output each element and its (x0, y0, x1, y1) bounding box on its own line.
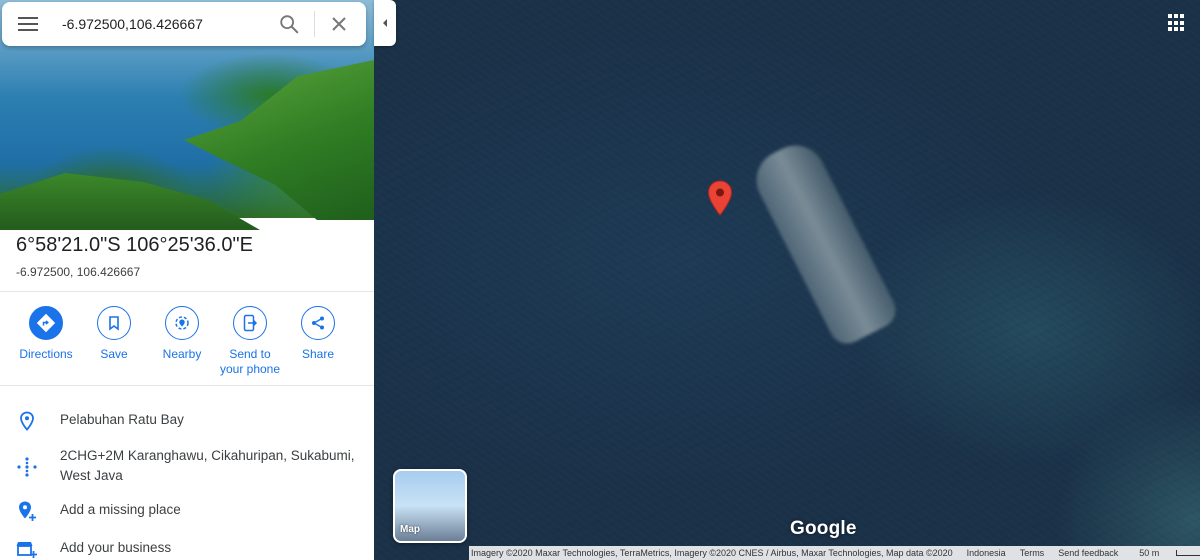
map-pin-icon[interactable] (707, 180, 733, 216)
scale-indicator[interactable]: 50 m (1132, 548, 1200, 558)
add-missing-place-label: Add a missing place (60, 502, 181, 517)
directions-icon (36, 313, 56, 333)
add-place-icon (19, 501, 36, 521)
bookmark-icon (109, 316, 119, 331)
directions-button[interactable]: Directions (12, 306, 80, 377)
coordinates-dms: 6°58'21.0"S 106°25'36.0"E (16, 234, 253, 256)
attribution-bar: Imagery ©2020 Maxar Technologies, TerraM… (469, 546, 1200, 560)
caret-left-icon (383, 19, 387, 27)
divider (0, 291, 374, 292)
save-button[interactable]: Save (80, 306, 148, 377)
search-icon[interactable] (278, 13, 300, 35)
water-texture (374, 0, 1200, 560)
google-logo: Google (790, 518, 857, 539)
place-info-list: Pelabuhan Ratu Bay 2CHG+2M Karanghawu, C… (0, 398, 374, 560)
send-feedback-link[interactable]: Send feedback (1058, 548, 1118, 558)
menu-icon[interactable] (18, 17, 38, 31)
layer-toggle-label: Map (400, 524, 420, 535)
scale-label: 50 m (1139, 548, 1160, 558)
action-buttons: Directions Save Nearby Send to your phon… (12, 306, 352, 377)
share-label: Share (301, 347, 335, 361)
send-to-phone-button[interactable]: Send to your phone (216, 306, 284, 377)
collapse-panel-button[interactable] (374, 0, 396, 46)
send-to-phone-label: Send to your phone (219, 347, 281, 376)
add-business-label: Add your business (60, 540, 172, 555)
search-input[interactable] (60, 15, 264, 33)
search-box (2, 2, 366, 46)
layer-toggle[interactable]: Map (393, 469, 467, 543)
place-header: 6°58'21.0"S 106°25'36.0"E -6.972500, 106… (16, 234, 253, 279)
save-label: Save (100, 347, 128, 361)
close-icon[interactable] (329, 14, 349, 34)
satellite-map[interactable]: Map Google Imagery ©2020 Maxar Technolog… (374, 0, 1200, 560)
plus-code-address: 2CHG+2M Karanghawu, Cikahuripan, Sukabum… (60, 448, 355, 483)
add-business-icon (16, 542, 37, 558)
share-button[interactable]: Share (284, 306, 352, 377)
nearby-label: Nearby (162, 347, 202, 361)
apps-grid-icon[interactable] (1168, 14, 1186, 32)
location-row[interactable]: Pelabuhan Ratu Bay (0, 410, 374, 432)
plus-code-row[interactable]: 2CHG+2M Karanghawu, Cikahuripan, Sukabum… (0, 446, 374, 486)
scale-bar (1176, 550, 1200, 556)
divider (0, 385, 374, 386)
directions-label: Directions (19, 347, 73, 361)
terms-link[interactable]: Terms (1020, 548, 1045, 558)
add-business-row[interactable]: Add your business (0, 538, 374, 560)
imagery-credit: Imagery ©2020 Maxar Technologies, TerraM… (471, 548, 953, 558)
search-divider (314, 11, 315, 37)
send-to-phone-icon (243, 314, 258, 332)
region-link[interactable]: Indonesia (967, 548, 1006, 558)
coordinates-decimal: -6.972500, 106.426667 (16, 265, 141, 279)
nearby-icon (175, 316, 189, 330)
location-name: Pelabuhan Ratu Bay (60, 412, 184, 427)
location-pin-icon (20, 411, 34, 431)
photo-coastline (184, 60, 374, 220)
add-missing-place-row[interactable]: Add a missing place (0, 500, 374, 522)
plus-code-icon (17, 457, 37, 477)
nearby-button[interactable]: Nearby (148, 306, 216, 377)
share-icon (312, 316, 324, 330)
photo-hill (0, 173, 260, 230)
side-panel: 6°58'21.0"S 106°25'36.0"E -6.972500, 106… (0, 0, 374, 560)
